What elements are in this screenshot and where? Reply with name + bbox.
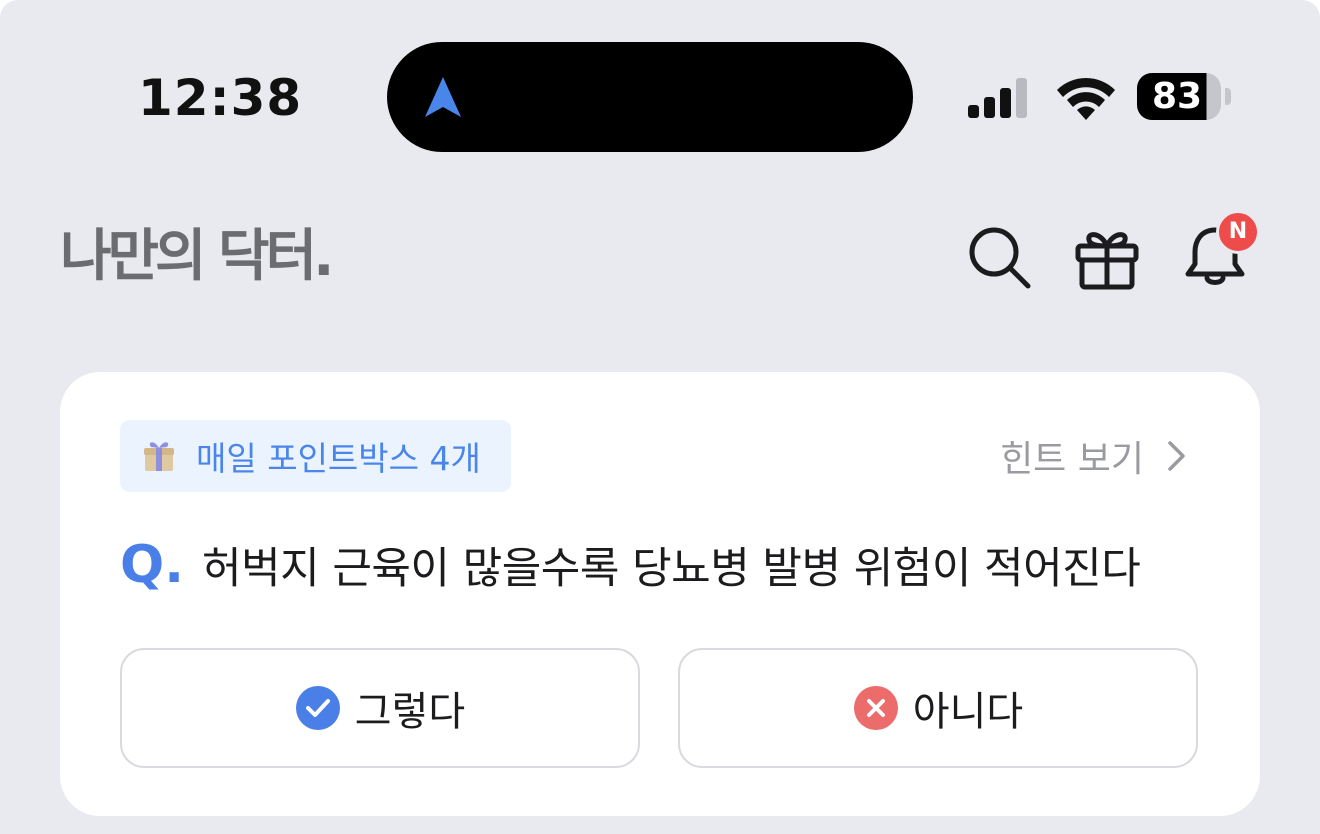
notification-badge: N <box>1216 210 1260 254</box>
yes-answer-label: 그렇다 <box>354 689 466 735</box>
battery-icon: 83 <box>1137 73 1221 120</box>
hint-link[interactable]: 힌트 보기 <box>1000 430 1188 482</box>
wifi-icon <box>1057 77 1115 120</box>
app-screen: 12:38 83 나만의 닥터. N 매일 포인트박스 4개 힌트 보기 Q. … <box>0 0 1320 834</box>
x-circle-icon <box>853 686 898 730</box>
battery-level: 83 <box>1151 76 1203 117</box>
gift-box-icon <box>144 442 174 471</box>
app-logo[interactable]: 나만의 닥터. <box>60 222 334 292</box>
daily-point-badge: 매일 포인트박스 4개 <box>120 420 511 492</box>
hint-label: 힌트 보기 <box>1000 439 1144 480</box>
battery-tip <box>1225 88 1231 105</box>
check-circle-icon <box>295 686 340 730</box>
yes-answer-button[interactable]: 그렇다 <box>120 648 640 768</box>
chevron-right-icon <box>1168 441 1185 471</box>
dynamic-island <box>387 42 913 152</box>
search-icon[interactable] <box>966 224 1032 290</box>
quiz-card: 매일 포인트박스 4개 힌트 보기 Q. 허벅지 근육이 많을수록 당뇨병 발병… <box>60 372 1260 816</box>
no-answer-button[interactable]: 아니다 <box>678 648 1198 768</box>
question-text: 허벅지 근육이 많을수록 당뇨병 발병 위험이 적어진다 <box>201 544 1141 594</box>
gift-icon[interactable] <box>1075 226 1139 290</box>
question-prefix: Q. <box>120 535 184 595</box>
navigation-arrow-icon <box>425 77 461 117</box>
status-time: 12:38 <box>138 69 303 127</box>
point-badge-label: 매일 포인트박스 4개 <box>196 439 481 478</box>
quiz-question: Q. 허벅지 근육이 많을수록 당뇨병 발병 위험이 적어진다 <box>120 534 1141 596</box>
cellular-signal-icon <box>968 78 1027 118</box>
no-answer-label: 아니다 <box>912 689 1024 735</box>
